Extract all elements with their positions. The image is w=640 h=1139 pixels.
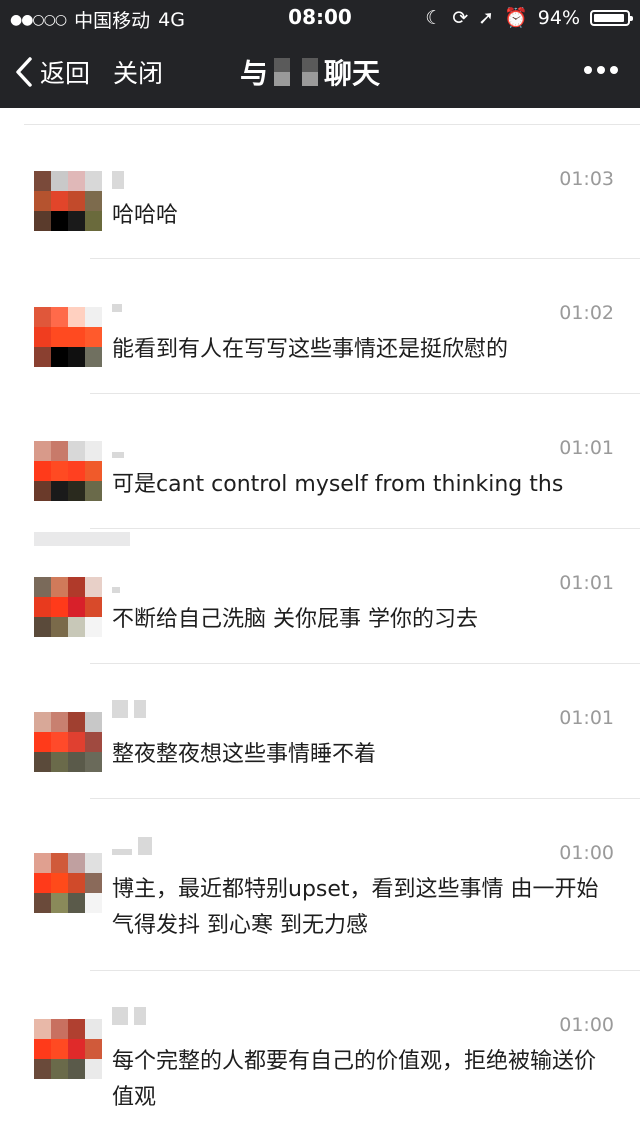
message-time: 01:00 [559,1014,614,1036]
avatar [34,577,102,637]
message-time: 01:02 [559,302,614,324]
censored-name-block [302,58,319,86]
close-button[interactable]: 关闭 [113,54,163,90]
chat-title: 与 聊天 [240,52,380,92]
message-item[interactable]: 01:00 博主，最近都特别upset，看到这些事情 由一开始气得发抖 到心寒 … [0,799,640,971]
censored-name-block [274,58,291,86]
message-text: 整夜整夜想这些事情睡不着 [112,742,377,767]
message-item[interactable]: 01:01 整夜整夜想这些事情睡不着 [0,664,640,799]
blurred-strip [34,532,130,546]
nav-bar: 返回 关闭 与 聊天 [0,36,640,108]
rotation-lock-icon: ⟳ [452,6,469,29]
battery-icon [590,9,633,26]
avatar [34,853,102,913]
message-text: 能看到有人在写写这些事情还是挺欣慰的 [112,337,509,362]
sender-name-blur [112,1007,156,1025]
message-item[interactable]: 01:03 哈哈哈 [0,125,640,259]
location-arrow-icon: ➚ [478,6,495,29]
message-list[interactable]: 01:03 哈哈哈 01:02 能看到有人在写写这些事情还是挺欣慰的 01:01… [0,108,640,1139]
status-bar: ●●○○○ 中国移动 4G 08:00 ☾ ⟳ ➚ ⏰ 94% [0,0,640,36]
avatar [34,441,102,501]
sender-name-blur [112,440,156,458]
message-text: 每个完整的人都要有自己的价值观，拒绝被输送价值观 [112,1049,597,1110]
message-time: 01:01 [559,707,614,729]
title-suffix: 聊天 [324,57,381,90]
chat-screen: ●●○○○ 中国移动 4G 08:00 ☾ ⟳ ➚ ⏰ 94% 返回 关闭 与 … [0,0,640,1139]
message-text: 可是cant control myself from thinking ths [112,472,564,497]
more-dots-icon[interactable] [584,66,618,74]
avatar [34,307,102,367]
title-prefix: 与 [240,57,269,90]
sender-name-blur [112,837,156,855]
message-item[interactable]: 01:01 可是cant control myself from thinkin… [0,394,640,529]
chevron-left-icon [16,57,32,87]
message-item[interactable]: 01:02 能看到有人在写写这些事情还是挺欣慰的 [0,259,640,394]
back-button[interactable]: 返回 [14,54,90,90]
message-item[interactable]: 01:01 不断给自己洗脑 关你屁事 学你的习去 [0,529,640,664]
sender-name-blur [112,575,156,593]
alarm-icon: ⏰ [504,7,528,29]
message-text: 不断给自己洗脑 关你屁事 学你的习去 [112,607,478,632]
message-time: 01:01 [559,437,614,459]
avatar [34,171,102,231]
sender-name-blur [112,700,156,718]
avatar [34,1019,102,1079]
message-time: 01:00 [559,842,614,864]
moon-icon: ☾ [425,6,443,29]
avatar [34,712,102,772]
message-text: 哈哈哈 [112,203,179,228]
message-text: 博主，最近都特别upset，看到这些事情 由一开始气得发抖 到心寒 到无力感 [112,877,599,938]
status-right: ☾ ⟳ ➚ ⏰ 94% [425,6,633,29]
back-label: 返回 [40,59,91,88]
sender-name-blur [112,294,156,312]
battery-percent: 94% [537,6,580,29]
message-item[interactable]: 01:00 每个完整的人都要有自己的价值观，拒绝被输送价值观 [0,971,640,1139]
message-time: 01:01 [559,572,614,594]
battery-fill [594,13,624,22]
sender-name-blur [112,171,156,189]
message-time: 01:03 [559,168,614,190]
